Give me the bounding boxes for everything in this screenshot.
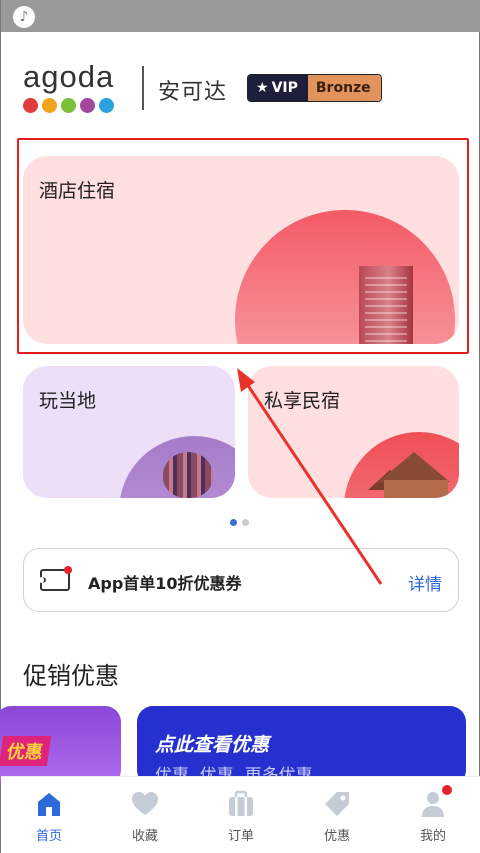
home-icon — [38, 793, 60, 816]
tab-label: 订单 — [227, 829, 254, 844]
tab-orders[interactable]: 订单 — [193, 777, 289, 853]
arrow-head — [237, 368, 255, 392]
tab-label: 我的 — [419, 829, 446, 844]
promotions-heading: 促销优惠 — [23, 662, 119, 690]
arrow-shaft — [241, 377, 383, 585]
promo-right-title: 点此查看优惠 — [155, 734, 270, 756]
user-icon-wrap — [418, 785, 452, 819]
promo-left-label: 优惠 — [0, 736, 52, 766]
heart-icon — [132, 792, 158, 815]
bottom-tab-bar: 首页 收藏 订单 优惠 我的 — [1, 776, 480, 853]
promo-card-left[interactable]: 优惠 — [0, 706, 121, 786]
tab-home[interactable]: 首页 — [1, 777, 97, 853]
tab-favorites[interactable]: 收藏 — [97, 777, 193, 853]
tab-label: 优惠 — [323, 829, 350, 844]
app-screen: ♪ agoda 安可达 ★ VIP Bronze 酒店住宿 玩当地 私享民宿 A… — [0, 0, 480, 853]
tab-label: 首页 — [35, 829, 62, 844]
briefcase-icon — [229, 790, 253, 816]
tab-label: 收藏 — [131, 829, 158, 844]
notification-dot — [442, 785, 452, 795]
tag-icon — [325, 792, 349, 816]
promo-card-right[interactable]: 点此查看优惠 优惠, 优惠, 更多优惠 — [137, 706, 466, 786]
tab-deals[interactable]: 优惠 — [289, 777, 385, 853]
tab-profile[interactable]: 我的 — [385, 777, 480, 853]
